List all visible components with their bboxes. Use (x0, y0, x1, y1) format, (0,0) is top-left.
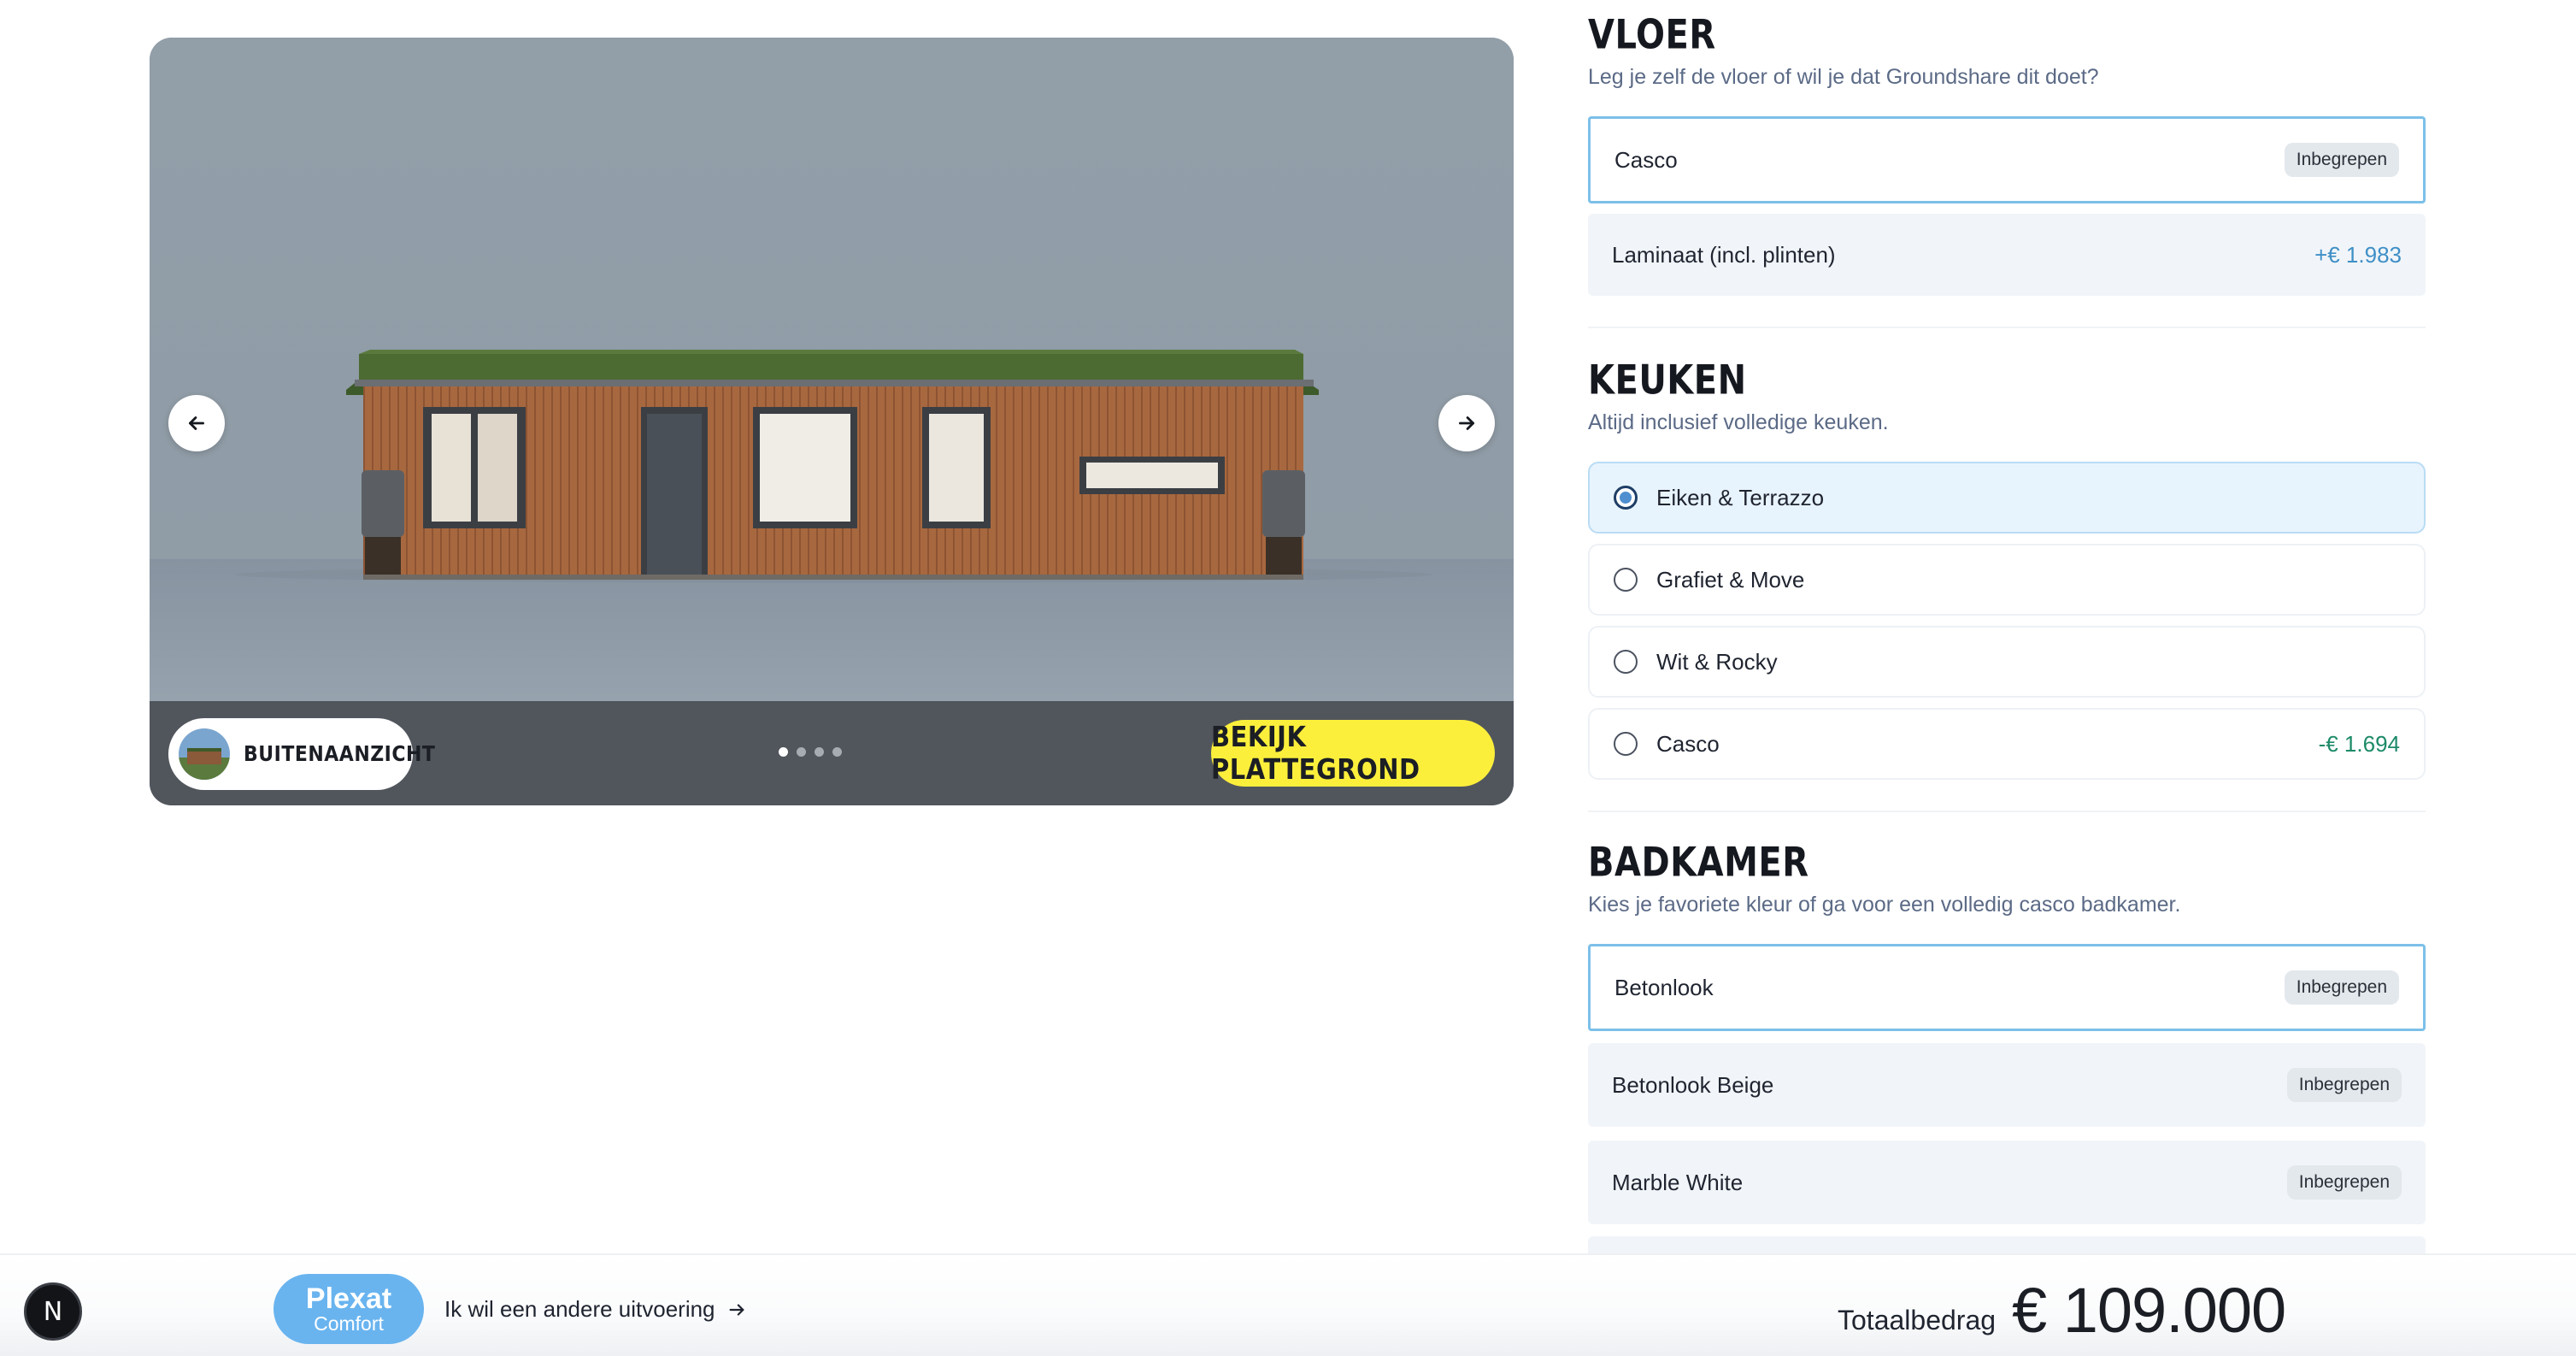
option-price: +€ 1.983 (2314, 241, 2402, 268)
summary-footer: N Plexat Comfort Ik wil een andere uitvo… (0, 1253, 2576, 1356)
total-label: Totaalbedrag (1838, 1305, 1997, 1335)
section-divider (1588, 811, 2426, 812)
option-keuken-wit-rocky[interactable]: Wit & Rocky (1588, 626, 2426, 698)
nextjs-dev-badge[interactable]: N (24, 1282, 82, 1341)
pagination-dot[interactable] (815, 747, 824, 757)
option-label: Marble White (1612, 1169, 1744, 1195)
other-variant-link[interactable]: Ik wil een andere uitvoering (444, 1296, 746, 1323)
next-image-button[interactable] (1438, 395, 1495, 451)
previous-image-button[interactable] (168, 395, 225, 451)
view-selector-pill[interactable]: BUITENAANZICHT (168, 718, 435, 790)
view-label: BUITENAANZICHT (244, 741, 436, 767)
included-badge: Inbegrepen (2284, 970, 2399, 1005)
model-name: Plexat (305, 1282, 392, 1315)
option-label: Wit & Rocky (1656, 648, 1778, 675)
view-thumbnail (179, 728, 230, 780)
option-label: Laminaat (incl. plinten) (1612, 241, 1836, 268)
total-price: € 109.000 (2012, 1275, 2286, 1346)
option-label: Casco (1656, 730, 1720, 757)
section-divider (1588, 327, 2426, 328)
gallery-pagination (779, 747, 842, 757)
option-keuken-casco[interactable]: Casco -€ 1.694 (1588, 708, 2426, 780)
section-title-vloer: VLOER (1588, 12, 1716, 59)
arrow-right-icon (729, 1303, 744, 1316)
radio-button[interactable] (1614, 732, 1638, 756)
section-subtitle-vloer: Leg je zelf de vloer of wil je dat Groun… (1588, 65, 2099, 89)
included-badge: Inbegrepen (2286, 1068, 2402, 1102)
section-subtitle-badkamer: Kies je favoriete kleur of ga voor een v… (1588, 893, 2181, 917)
radio-button-checked[interactable] (1614, 486, 1638, 510)
section-title-keuken: KEUKEN (1588, 357, 1747, 404)
other-variant-label: Ik wil een andere uitvoering (444, 1296, 715, 1322)
gallery-bottom-bar: BUITENAANZICHT BEKIJK PLATTEGROND (150, 701, 1514, 805)
option-keuken-eiken-terrazzo[interactable]: Eiken & Terrazzo (1588, 462, 2426, 534)
view-floorplan-label: BEKIJK PLATTEGROND (1211, 720, 1420, 787)
option-keuken-grafiet-move[interactable]: Grafiet & Move (1588, 544, 2426, 616)
model-variant: Comfort (314, 1312, 384, 1335)
arrow-right-icon (1459, 416, 1474, 430)
option-label: Eiken & Terrazzo (1656, 484, 1825, 510)
radio-button[interactable] (1614, 650, 1638, 674)
option-vloer-laminaat[interactable]: Laminaat (incl. plinten) +€ 1.983 (1588, 214, 2426, 296)
arrow-left-icon (189, 416, 204, 430)
model-pill[interactable]: Plexat Comfort (273, 1274, 424, 1344)
section-title-badkamer: BADKAMER (1588, 840, 1809, 887)
included-badge: Inbegrepen (2286, 1165, 2402, 1200)
pagination-dot[interactable] (832, 747, 842, 757)
option-badkamer-marble-white[interactable]: Marble White Inbegrepen (1588, 1141, 2426, 1224)
option-badkamer-betonlook[interactable]: Betonlook Inbegrepen (1588, 944, 2426, 1031)
option-badkamer-betonlook-beige[interactable]: Betonlook Beige Inbegrepen (1588, 1043, 2426, 1127)
option-label: Betonlook (1614, 974, 1714, 1000)
image-gallery: BUITENAANZICHT BEKIJK PLATTEGROND (150, 38, 1514, 805)
pagination-dot[interactable] (797, 747, 806, 757)
view-floorplan-button[interactable]: BEKIJK PLATTEGROND (1211, 720, 1495, 787)
option-label: Grafiet & Move (1656, 566, 1805, 593)
option-price: -€ 1.694 (2318, 730, 2400, 757)
option-label: Casco (1614, 146, 1678, 173)
radio-button[interactable] (1614, 568, 1638, 592)
included-badge: Inbegrepen (2284, 143, 2399, 177)
option-vloer-casco[interactable]: Casco Inbegrepen (1588, 116, 2426, 203)
pagination-dot[interactable] (779, 747, 788, 757)
section-subtitle-keuken: Altijd inclusief volledige keuken. (1588, 410, 1889, 434)
house-exterior-image (150, 38, 1514, 701)
option-label: Betonlook Beige (1612, 1071, 1774, 1098)
